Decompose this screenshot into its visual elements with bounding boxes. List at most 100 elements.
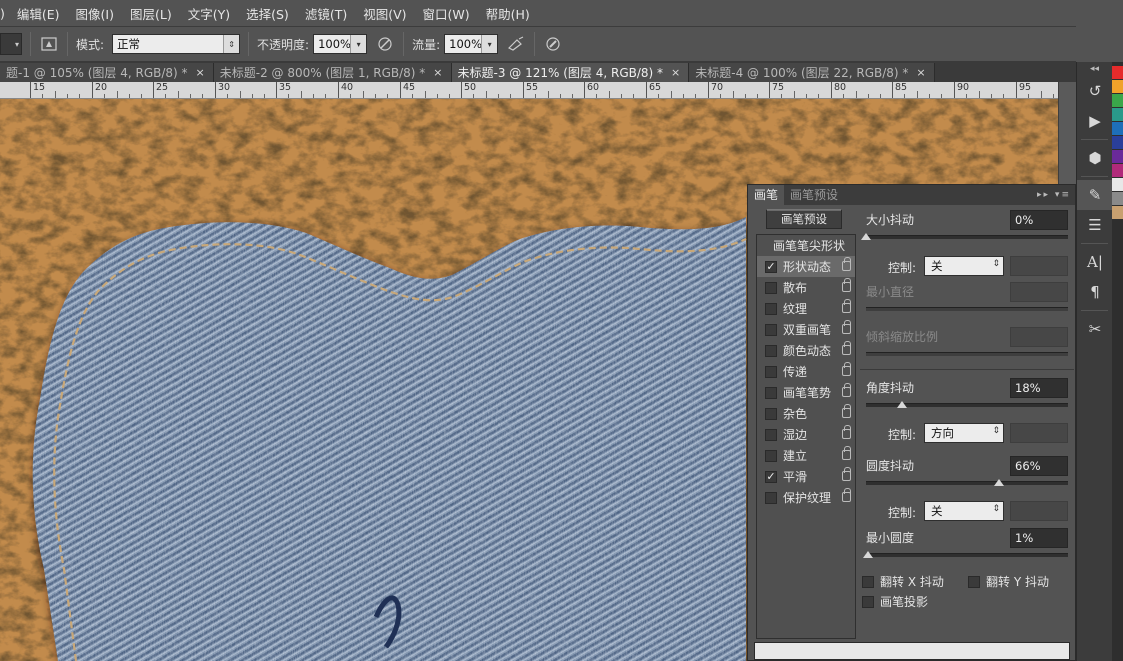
swatches-strip[interactable]	[1112, 62, 1123, 661]
chevron-down-icon[interactable]: ▾	[350, 35, 367, 53]
paragraph-icon[interactable]: ¶	[1077, 277, 1113, 307]
checkbox[interactable]	[765, 323, 777, 336]
checkbox[interactable]: ✓	[765, 260, 777, 273]
brush-setting-item[interactable]: 保护纹理	[757, 487, 855, 508]
brush-setting-item[interactable]: 双重画笔	[757, 319, 855, 340]
color-swatch[interactable]	[1112, 178, 1123, 191]
lock-icon[interactable]	[842, 488, 851, 502]
checkbox[interactable]	[765, 407, 777, 420]
airbrush-icon[interactable]	[506, 34, 526, 54]
tools-icon[interactable]: ✂	[1077, 314, 1113, 344]
tab-brush[interactable]: 画笔	[748, 185, 785, 205]
brush-projection-checkbox[interactable]: 画笔投影	[862, 593, 928, 610]
brush-setting-item[interactable]: 建立	[757, 445, 855, 466]
size-jitter-slider[interactable]	[866, 235, 1068, 239]
lock-icon[interactable]	[842, 299, 851, 313]
history-icon[interactable]: ↺	[1077, 76, 1113, 106]
color-swatch[interactable]	[1112, 192, 1123, 205]
min-roundness-slider[interactable]	[866, 553, 1068, 557]
flip-x-jitter-checkbox[interactable]: 翻转 X 抖动	[862, 573, 944, 590]
close-icon[interactable]: ×	[916, 66, 925, 79]
checkbox[interactable]: ✓	[765, 470, 777, 483]
color-swatch[interactable]	[1112, 66, 1123, 79]
menu-filter[interactable]: 滤镜(T)	[297, 4, 355, 23]
settings-sliders-icon[interactable]: ☰	[1077, 210, 1113, 240]
tab-document-4[interactable]: 未标题-4 @ 100% (图层 22, RGB/8) * ×	[689, 63, 935, 82]
horizontal-ruler[interactable]: 15 20 25 30 35 40 45 50 55 60 65 70 75 80 85 90 95	[0, 82, 1060, 99]
brush-setting-item[interactable]: 颜色动态	[757, 340, 855, 361]
lock-icon[interactable]	[842, 362, 851, 376]
angle-jitter-slider[interactable]	[866, 403, 1068, 407]
min-roundness-thumb[interactable]	[863, 551, 874, 558]
brush-setting-item[interactable]: ✓ 形状动态	[757, 256, 855, 277]
color-swatch[interactable]	[1112, 108, 1123, 121]
color-swatch[interactable]	[1112, 122, 1123, 135]
checkbox[interactable]	[765, 428, 777, 441]
menu-edit[interactable]: 编辑(E)	[9, 4, 68, 23]
tool-preset-picker[interactable]: ▾	[0, 33, 22, 55]
brush-tip-shape[interactable]: 画笔笔尖形状	[757, 235, 855, 256]
tab-document-1[interactable]: 题-1 @ 105% (图层 4, RGB/8) * ×	[0, 63, 214, 82]
size-jitter-value[interactable]: 0%	[1010, 210, 1068, 230]
size-jitter-thumb[interactable]	[861, 233, 871, 240]
brush-presets-button[interactable]: 画笔预设	[766, 209, 842, 229]
color-swatch[interactable]	[1112, 164, 1123, 177]
color-swatch[interactable]	[1112, 94, 1123, 107]
menu-view[interactable]: 视图(V)	[355, 4, 414, 23]
lock-icon[interactable]	[842, 341, 851, 355]
checkbox-box[interactable]	[862, 595, 874, 608]
character-icon[interactable]: A|	[1077, 247, 1113, 277]
roundness-jitter-slider[interactable]	[866, 481, 1068, 485]
lock-icon[interactable]	[842, 278, 851, 292]
flip-y-jitter-checkbox[interactable]: 翻转 Y 抖动	[968, 573, 1049, 590]
color-swatch[interactable]	[1112, 206, 1123, 219]
angle-jitter-value[interactable]: 18%	[1010, 378, 1068, 398]
menu-select[interactable]: 选择(S)	[238, 4, 297, 23]
lock-icon[interactable]	[842, 257, 851, 271]
roundness-jitter-thumb[interactable]	[994, 479, 1005, 486]
checkbox-box[interactable]	[968, 575, 980, 588]
brush-setting-item[interactable]: 杂色	[757, 403, 855, 424]
checkbox[interactable]	[765, 449, 777, 462]
panel-menu-icon[interactable]: ▸▸ ▾≡	[1037, 190, 1075, 200]
opacity-field[interactable]: 100% ▾	[313, 34, 368, 54]
angle-jitter-thumb[interactable]	[897, 401, 908, 408]
brush-setting-item[interactable]: 传递	[757, 361, 855, 382]
lock-icon[interactable]	[842, 446, 851, 460]
checkbox[interactable]	[765, 491, 777, 504]
mode-select[interactable]: 正常 ⇕	[112, 34, 241, 54]
color-swatch[interactable]	[1112, 136, 1123, 149]
cube-icon[interactable]: ⬢	[1077, 143, 1113, 173]
checkbox[interactable]	[765, 302, 777, 315]
tab-document-3[interactable]: 未标题-3 @ 121% (图层 4, RGB/8) * ×	[451, 63, 690, 82]
checkbox-box[interactable]	[862, 575, 874, 588]
pressure-size-icon[interactable]	[543, 34, 563, 54]
brush-panel-toggle-icon[interactable]	[39, 34, 59, 54]
pressure-opacity-icon[interactable]	[375, 34, 395, 54]
checkbox[interactable]	[765, 365, 777, 378]
min-roundness-value[interactable]: 1%	[1010, 528, 1068, 548]
brush-setting-item[interactable]: ✓ 平滑	[757, 466, 855, 487]
lock-icon[interactable]	[842, 467, 851, 481]
flow-field[interactable]: 100% ▾	[444, 34, 499, 54]
lock-icon[interactable]	[842, 425, 851, 439]
brush-setting-item[interactable]: 画笔笔势	[757, 382, 855, 403]
control-select-1[interactable]: 关 ⇕	[924, 256, 1004, 276]
collapse-dock-icon[interactable]: ◂◂	[1077, 62, 1112, 76]
lock-icon[interactable]	[842, 320, 851, 334]
play-icon[interactable]: ▶	[1077, 106, 1113, 136]
color-swatch[interactable]	[1112, 150, 1123, 163]
tab-document-2[interactable]: 未标题-2 @ 800% (图层 1, RGB/8) * ×	[213, 63, 452, 82]
menu-image[interactable]: 图像(I)	[68, 4, 122, 23]
brush-setting-item[interactable]: 湿边	[757, 424, 855, 445]
checkbox[interactable]	[765, 281, 777, 294]
brush-icon[interactable]: ✎	[1077, 180, 1113, 210]
checkbox[interactable]	[765, 386, 777, 399]
close-icon[interactable]: ×	[671, 66, 680, 79]
control-select-2[interactable]: 方向 ⇕	[924, 423, 1004, 443]
chevron-down-icon[interactable]: ▾	[481, 35, 498, 53]
menu-type[interactable]: 文字(Y)	[180, 4, 238, 23]
color-swatch[interactable]	[1112, 80, 1123, 93]
brush-setting-item[interactable]: 纹理	[757, 298, 855, 319]
brush-setting-item[interactable]: 散布	[757, 277, 855, 298]
